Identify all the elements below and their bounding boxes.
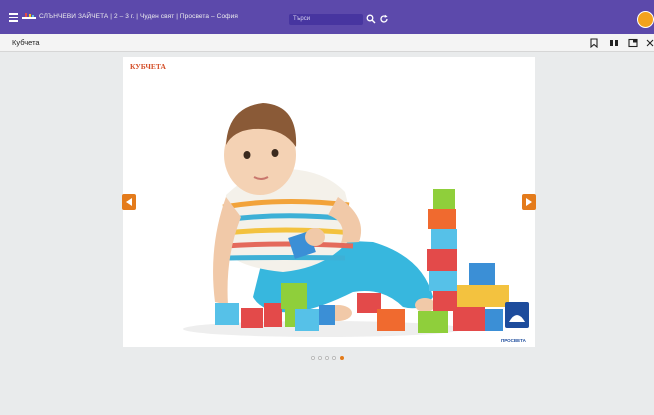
slide-image: КУБЧЕТА ПРОСВЕТА — [123, 57, 535, 347]
hamburger-menu-icon[interactable] — [9, 13, 18, 22]
publisher-logo-icon — [505, 302, 529, 328]
top-header: СЛЪНЧЕВИ ЗАЙЧЕТА | 2 – 3 г. | Чуден свят… — [0, 0, 654, 34]
search-input[interactable]: Търси — [289, 14, 363, 25]
app-title: СЛЪНЧЕВИ ЗАЙЧЕТА | 2 – 3 г. | Чуден свят… — [39, 13, 238, 20]
next-slide-button[interactable] — [522, 194, 536, 210]
pagination-dot[interactable] — [332, 356, 336, 360]
close-icon[interactable] — [646, 38, 654, 48]
lesson-toolbar: Кубчета — [0, 34, 654, 52]
window-icon[interactable] — [628, 38, 638, 48]
chevron-right-icon — [526, 198, 532, 206]
logo-icon — [22, 13, 36, 19]
publisher-name: ПРОСВЕТА — [501, 338, 526, 343]
previous-slide-button[interactable] — [122, 194, 136, 210]
avatar[interactable] — [637, 11, 654, 28]
pagination-dot-active[interactable] — [340, 356, 344, 360]
lesson-title: Кубчета — [12, 38, 40, 47]
baby-with-blocks-illustration — [183, 103, 509, 337]
chevron-left-icon — [126, 198, 132, 206]
pagination-dot[interactable] — [318, 356, 322, 360]
bookmark-icon[interactable] — [589, 38, 599, 48]
pagination-dot[interactable] — [325, 356, 329, 360]
search-icon[interactable] — [366, 14, 376, 24]
pagination-dot[interactable] — [311, 356, 315, 360]
columns-icon[interactable] — [609, 38, 619, 48]
refresh-icon[interactable] — [379, 14, 389, 24]
